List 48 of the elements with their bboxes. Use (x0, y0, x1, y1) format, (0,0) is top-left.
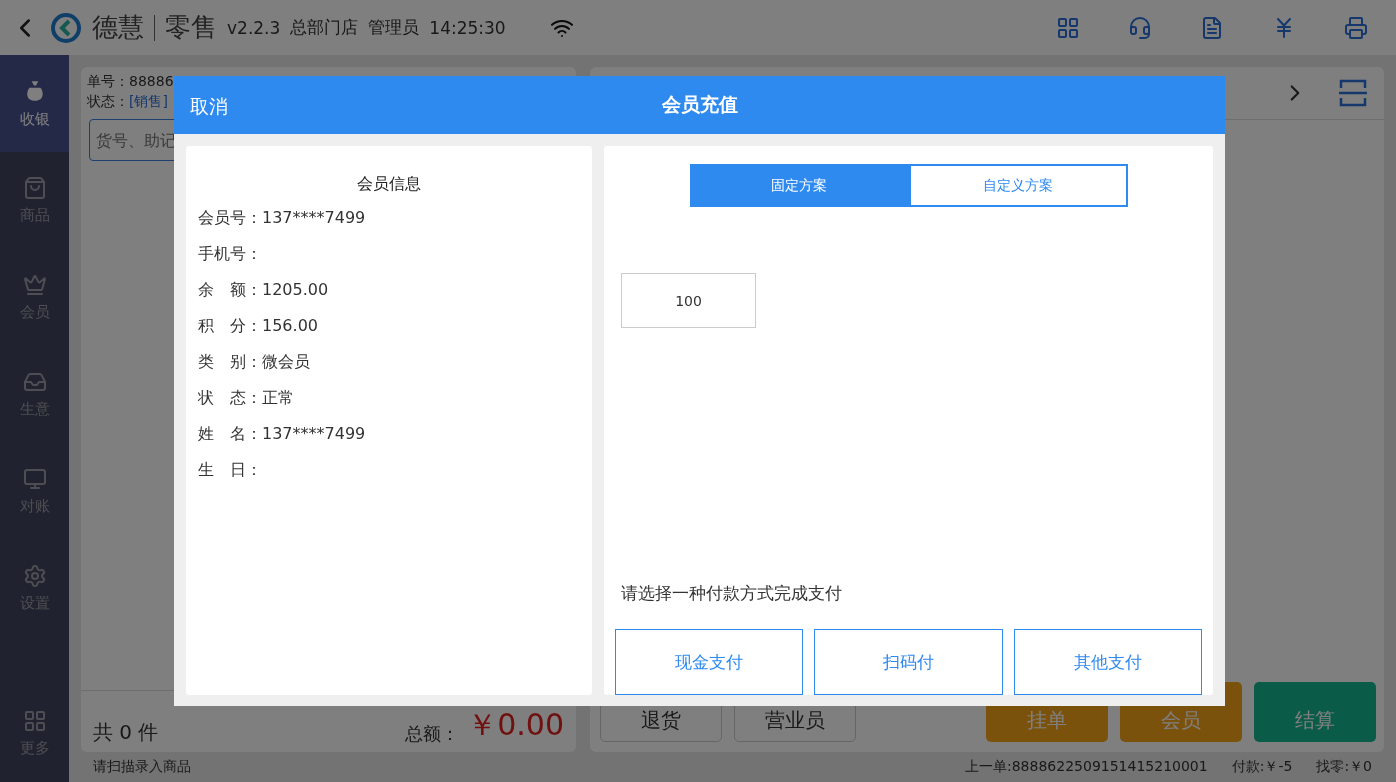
order-number: 单号：88886 (87, 73, 175, 91)
monitor-icon (22, 467, 47, 491)
item-count: 共 0 件 (93, 719, 159, 746)
amount-option[interactable]: 100 (621, 273, 756, 328)
member-info-line: 状 态：正常 (198, 388, 295, 409)
version-text: v2.2.3 (227, 17, 281, 38)
member-info-line: 会员号：137****7499 (198, 208, 367, 229)
grid-icon (22, 709, 47, 733)
member-info-line: 余 额：1205.00 (198, 280, 330, 301)
plan-tab[interactable]: 自定义方案 (908, 164, 1128, 207)
gear-icon (22, 564, 47, 588)
member-info-line: 生 日： (198, 460, 263, 481)
payment-hint: 请选择一种付款方式完成支付 (620, 582, 843, 605)
total-label: 总额： (405, 722, 460, 746)
member-info-line: 类 别：微会员 (198, 352, 311, 373)
cancel-button[interactable]: 取消 (180, 86, 238, 128)
order-status: [销售] (129, 93, 168, 109)
scan-icon[interactable] (1338, 78, 1368, 108)
member-info-line: 姓 名：137****7499 (198, 424, 367, 445)
tray-icon (22, 370, 47, 394)
document-icon[interactable] (1200, 15, 1224, 40)
sidebar-item[interactable]: 收银 (0, 55, 69, 152)
member-info-line: 积 分：156.00 (198, 316, 319, 337)
total-amount: ￥0.00 (467, 706, 564, 744)
dialog-title: 会员充值 (661, 92, 738, 117)
change-amount: 找零:￥0 (1316, 758, 1372, 776)
status-label: 状态： (87, 93, 129, 109)
brand-name: 德慧 (92, 11, 144, 44)
grid-icon[interactable] (1056, 15, 1080, 40)
store-name: 总部门店 (290, 16, 359, 39)
payment-button[interactable]: 现金支付 (615, 629, 804, 695)
headset-icon[interactable] (1128, 15, 1152, 40)
plan-tab[interactable]: 固定方案 (689, 164, 909, 207)
last-order: 上一单:8888622509151415210001 (965, 758, 1208, 776)
payment-button[interactable]: 扫码付 (814, 629, 1003, 695)
clock-time: 14:25:30 (429, 17, 506, 38)
user-role: 管理员 (368, 16, 420, 39)
logo-icon (50, 11, 82, 44)
member-info-line: 手机号： (198, 244, 263, 265)
paid-amount: 付款:￥-5 (1231, 758, 1293, 776)
crown-icon (22, 273, 47, 297)
printer-icon[interactable] (1344, 15, 1368, 40)
action-button[interactable]: 结算 (1254, 682, 1376, 742)
status-hint: 请扫描录入商品 (93, 758, 191, 776)
member-info-heading: 会员信息 (356, 174, 422, 195)
shopping-bag-icon (22, 176, 47, 200)
product-name: 零售 (165, 11, 217, 44)
payment-button[interactable]: 其他支付 (1013, 629, 1202, 695)
